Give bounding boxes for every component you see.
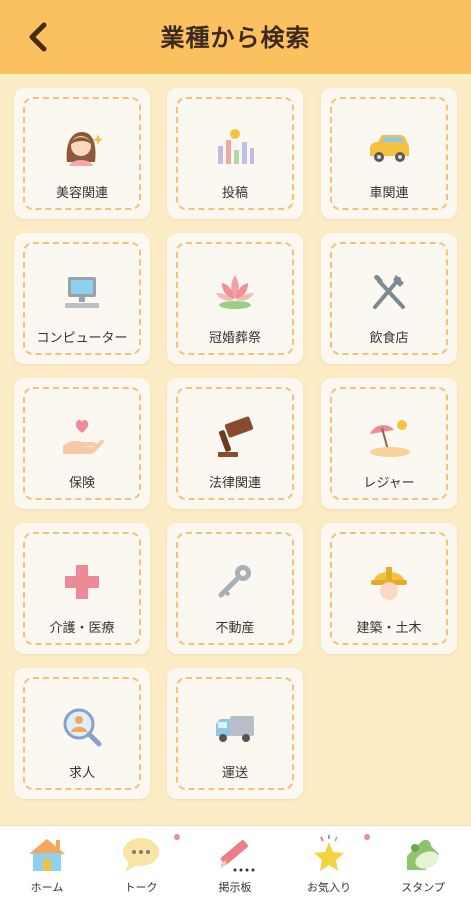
tab-label: ホーム: [30, 881, 64, 894]
category-label: 冠婚葬祭: [208, 331, 261, 346]
category-tile-legal[interactable]: 法律関連: [167, 378, 303, 509]
star-icon: [314, 835, 344, 871]
category-tile-jobs[interactable]: 求人: [14, 668, 150, 799]
category-tile-computer[interactable]: コンピューター: [14, 233, 150, 364]
tab-label: スタンプ: [401, 881, 445, 894]
category-label: 建築・土木: [356, 621, 422, 636]
category-tile-care-medical[interactable]: 介護・医療: [14, 523, 150, 654]
key-icon: [218, 565, 251, 598]
gavel-icon: [218, 416, 254, 457]
page-title: 業種から検索: [160, 24, 311, 52]
car-icon: [370, 135, 409, 162]
fork-knife-icon: [373, 274, 405, 309]
category-tile-car[interactable]: 車関連: [321, 88, 457, 219]
truck-icon: [216, 716, 254, 742]
app-header: 業種から検索: [0, 0, 471, 74]
category-label: レジャー: [363, 476, 415, 491]
stamp-icon: [407, 839, 439, 870]
category-label: 投稿: [221, 186, 248, 201]
computer-icon: [65, 277, 99, 308]
category-tile-posts[interactable]: 投稿: [167, 88, 303, 219]
category-tile-real-estate[interactable]: 不動産: [167, 523, 303, 654]
category-label: 運送: [221, 766, 248, 781]
chat-bubble-icon: [123, 838, 159, 872]
tab-label: 掲示板: [218, 881, 252, 894]
category-label: 求人: [68, 766, 95, 781]
tab-stamp[interactable]: スタンプ: [376, 826, 470, 901]
category-label: 保険: [68, 476, 95, 491]
tab-favorites[interactable]: お気入り: [282, 826, 376, 901]
category-tile-leisure[interactable]: レジャー: [321, 378, 457, 509]
hard-hat-icon: [371, 567, 407, 600]
category-label: 車関連: [369, 186, 409, 201]
house-icon: [29, 839, 65, 871]
tab-talk[interactable]: トーク: [94, 826, 188, 901]
category-tile-ceremonies[interactable]: 冠婚葬祭: [167, 233, 303, 364]
category-label: 不動産: [215, 621, 255, 636]
beauty-woman-icon: [66, 132, 103, 166]
heart-hand-icon: [63, 419, 104, 454]
category-tile-restaurant[interactable]: 飲食店: [321, 233, 457, 364]
tab-home[interactable]: ホーム: [0, 826, 94, 901]
category-label: 飲食店: [369, 331, 409, 346]
medical-cross-icon: [65, 565, 99, 599]
tab-label: トーク: [124, 881, 158, 894]
magnifier-person-icon: [63, 708, 102, 747]
category-label: 介護・医療: [49, 621, 115, 636]
beach-umbrella-icon: [370, 420, 410, 457]
notification-badge: [364, 834, 370, 840]
category-tile-transport[interactable]: 運送: [167, 668, 303, 799]
tab-label: お気入り: [307, 881, 351, 894]
pencil-icon: [220, 840, 255, 872]
notification-badge: [174, 834, 180, 840]
lotus-icon: [216, 275, 254, 309]
category-label: 美容関連: [55, 186, 108, 201]
tab-board[interactable]: 掲示板: [188, 826, 282, 901]
category-tile-beauty[interactable]: 美容関連: [14, 88, 150, 219]
category-label: 法律関連: [208, 476, 261, 491]
bottom-tab-bar: ホーム トーク 掲示板 お気入り スタンプ: [0, 825, 471, 901]
category-tile-construction[interactable]: 建築・土木: [321, 523, 457, 654]
chart-bars-icon: [218, 129, 254, 164]
category-label: コンピューター: [36, 331, 128, 346]
category-tile-insurance[interactable]: 保険: [14, 378, 150, 509]
